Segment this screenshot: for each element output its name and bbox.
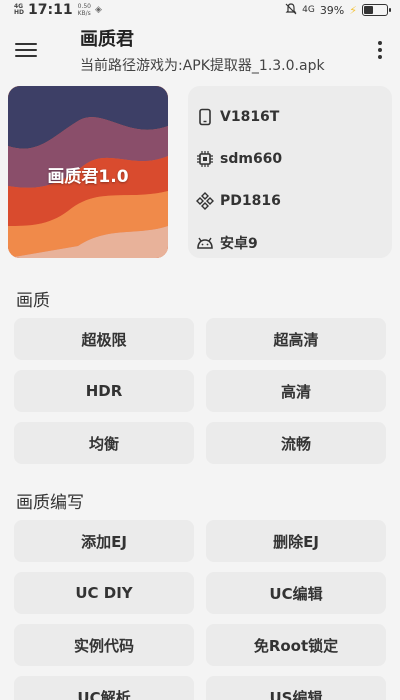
battery-icon bbox=[362, 4, 391, 16]
cover-image: 画质君1.0 bbox=[8, 86, 168, 258]
example-code-button[interactable]: 实例代码 bbox=[14, 624, 194, 666]
current-path-subtitle: 当前路径游戏为:APK提取器_1.3.0.apk bbox=[80, 58, 325, 74]
us-edit-button[interactable]: US编辑 bbox=[206, 676, 386, 700]
app-title: 画质君 bbox=[80, 29, 134, 50]
quality-hdr-button[interactable]: HDR bbox=[14, 370, 194, 412]
quality-editing-button-grid: 添加EJ 删除EJ UC DIY UC编辑 实例代码 免Root锁定 UC解析 … bbox=[14, 520, 386, 700]
more-options-icon[interactable] bbox=[374, 41, 386, 59]
clock: 17:11 bbox=[28, 2, 73, 18]
delete-ej-button[interactable]: 删除EJ bbox=[206, 520, 386, 562]
charging-icon: ⚡ bbox=[349, 3, 357, 17]
android-icon bbox=[197, 237, 213, 249]
section-title-quality-editing: 画质编写 bbox=[16, 493, 84, 513]
android-version: 安卓9 bbox=[220, 236, 258, 252]
quality-smooth-button[interactable]: 流畅 bbox=[206, 422, 386, 464]
product-code: PD1816 bbox=[220, 193, 281, 209]
quality-ultra-hd-button[interactable]: 超高清 bbox=[206, 318, 386, 360]
uc-diy-button[interactable]: UC DIY bbox=[14, 572, 194, 614]
android-version-row: 安卓9 bbox=[196, 222, 384, 264]
root-free-lock-button[interactable]: 免Root锁定 bbox=[206, 624, 386, 666]
device-model: V1816T bbox=[220, 109, 280, 125]
quality-button-grid: 超极限 超高清 HDR 高清 均衡 流畅 bbox=[14, 318, 386, 464]
chipset-row: sdm660 bbox=[196, 138, 384, 180]
status-bar: 4G HD 17:11 0.50 KB/s ◈ 4G 39% ⚡ bbox=[0, 0, 400, 20]
mute-bell-icon bbox=[285, 2, 297, 18]
network-indicator: 4G HD bbox=[14, 3, 25, 16]
uc-edit-button[interactable]: UC编辑 bbox=[206, 572, 386, 614]
battery-percent: 39% bbox=[319, 3, 345, 17]
product-code-row: PD1816 bbox=[196, 180, 384, 222]
device-info-card: V1816T sdm660 PD1816 安卓9 bbox=[188, 86, 392, 258]
quality-balanced-button[interactable]: 均衡 bbox=[14, 422, 194, 464]
chipset: sdm660 bbox=[220, 151, 283, 167]
data-indicator: 4G bbox=[302, 5, 315, 15]
uc-parse-button[interactable]: UC解析 bbox=[14, 676, 194, 700]
quality-hd-button[interactable]: 高清 bbox=[206, 370, 386, 412]
battery-level bbox=[364, 6, 373, 14]
chip-icon bbox=[197, 151, 213, 167]
notification-icon: ◈ bbox=[94, 5, 102, 15]
quality-extreme-button[interactable]: 超极限 bbox=[14, 318, 194, 360]
cover-label: 画质君1.0 bbox=[47, 167, 129, 187]
add-ej-button[interactable]: 添加EJ bbox=[14, 520, 194, 562]
diamond-grid-icon bbox=[196, 192, 214, 210]
phone-icon bbox=[199, 108, 211, 126]
device-model-row: V1816T bbox=[196, 96, 384, 138]
app-bar: 画质君 当前路径游戏为:APK提取器_1.3.0.apk bbox=[0, 20, 400, 80]
network-speed: 0.50 KB/s bbox=[77, 3, 91, 17]
app-bar-titles: 画质君 当前路径游戏为:APK提取器_1.3.0.apk bbox=[80, 25, 366, 75]
section-title-quality: 画质 bbox=[16, 291, 50, 311]
hamburger-menu-icon[interactable] bbox=[14, 41, 38, 59]
